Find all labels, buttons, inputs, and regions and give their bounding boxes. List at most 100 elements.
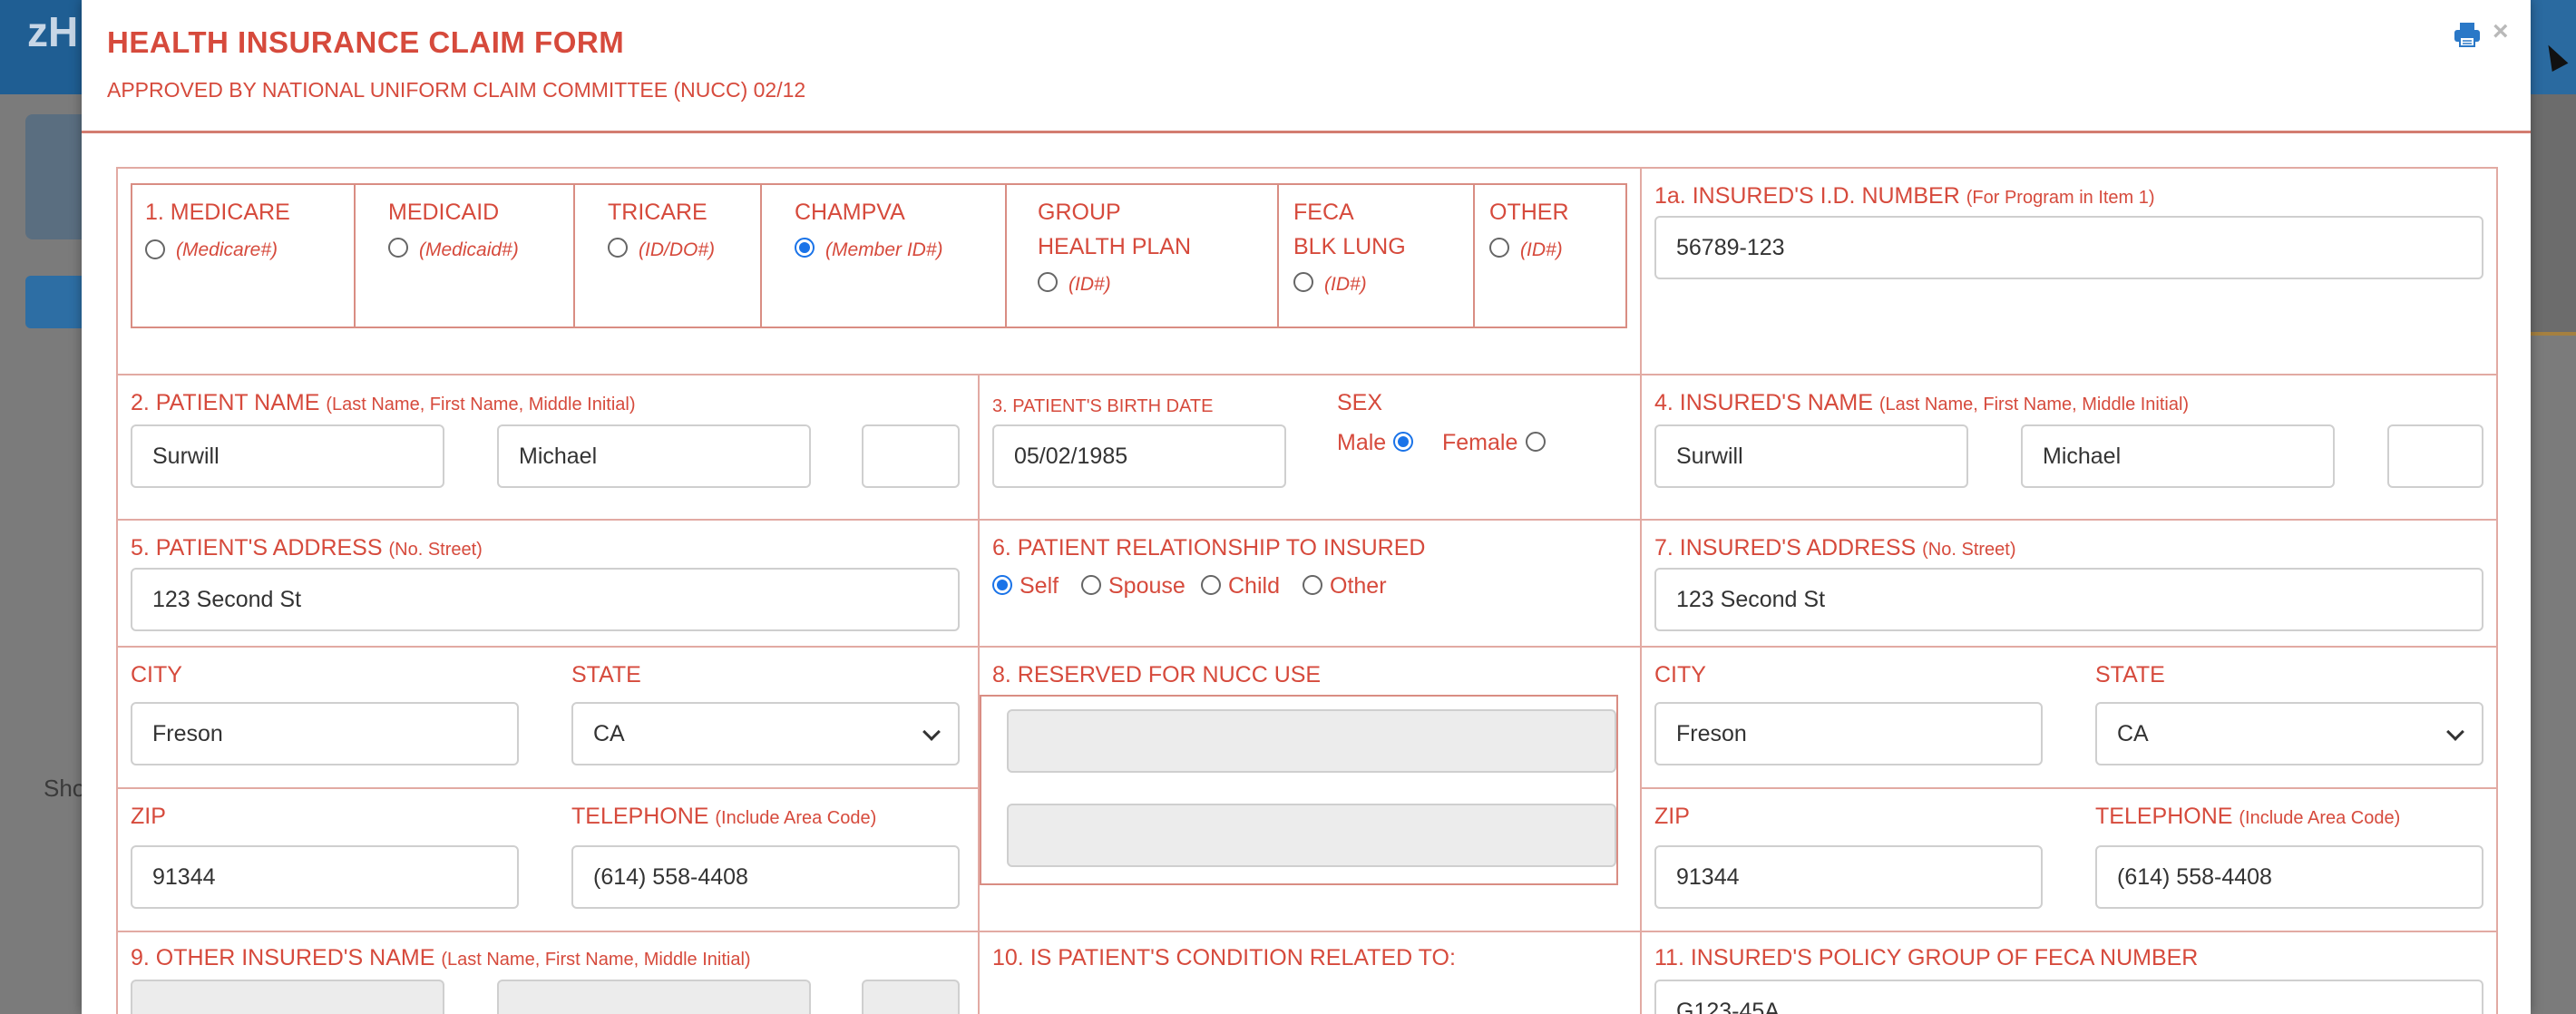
program-medicare-radio[interactable]	[145, 239, 165, 259]
sex-female-label: Female	[1442, 430, 1518, 455]
policy-group-input[interactable]: G123-45A	[1654, 980, 2483, 1014]
program-feca-radio[interactable]	[1293, 272, 1313, 292]
program-group-hint: (ID#)	[1068, 274, 1111, 295]
relationship-spouse-radio[interactable]	[1081, 575, 1101, 595]
program-medicaid-label: MEDICAID	[388, 200, 500, 225]
patient-last-name-input[interactable]: Surwill	[131, 424, 444, 488]
insured-middle-initial-input[interactable]	[2387, 424, 2483, 488]
relationship-child-radio[interactable]	[1201, 575, 1221, 595]
relationship-child-label: Child	[1228, 573, 1280, 599]
insured-phone-label: TELEPHONE (Include Area Code)	[2095, 804, 2401, 829]
relationship-spouse-label: Spouse	[1108, 573, 1186, 599]
claim-form-grid: 1. MEDICARE (Medicare#) MEDICAID (Medica…	[116, 167, 2500, 1014]
insured-id-label: 1a. INSURED'S I.D. NUMBER (For Program i…	[1654, 183, 2155, 209]
backdrop-show-label: Sho	[44, 775, 86, 802]
program-champva-radio[interactable]	[795, 238, 815, 258]
sex-male-label: Male	[1337, 430, 1387, 455]
program-other-radio[interactable]	[1489, 238, 1509, 258]
patient-zip-label: ZIP	[131, 804, 166, 829]
other-insured-middle-input[interactable]	[862, 980, 960, 1014]
insured-zip-input[interactable]: 91344	[1654, 845, 2043, 909]
relationship-other-label: Other	[1330, 573, 1387, 599]
program-group-label: GROUP	[1038, 200, 1121, 225]
other-insured-label: 9. OTHER INSURED'S NAME (Last Name, Firs…	[131, 945, 751, 970]
reserved-label: 8. RESERVED FOR NUCC USE	[992, 662, 1322, 687]
row-divider	[116, 646, 2498, 648]
program-divider	[760, 183, 762, 328]
program-group-label-2: HEALTH PLAN	[1038, 234, 1192, 259]
patient-phone-label: TELEPHONE (Include Area Code)	[571, 804, 877, 829]
relationship-label: 6. PATIENT RELATIONSHIP TO INSURED	[992, 535, 1426, 561]
insured-state-select[interactable]: CA	[2095, 702, 2483, 765]
patient-city-input[interactable]: Freson	[131, 702, 519, 765]
row-divider	[116, 374, 2498, 375]
program-group-radio[interactable]	[1038, 272, 1058, 292]
relationship-self-label: Self	[1020, 573, 1059, 599]
program-divider	[354, 183, 356, 328]
program-tricare-hint: (ID/DO#)	[639, 239, 715, 260]
patient-city-label: CITY	[131, 662, 182, 687]
patient-street-input[interactable]: 123 Second St	[131, 568, 960, 631]
claim-form-modal: HEALTH INSURANCE CLAIM FORM APPROVED BY …	[82, 0, 2531, 1014]
insured-address-label: 7. INSURED'S ADDRESS (No. Street)	[1654, 535, 2016, 561]
insured-name-label: 4. INSURED'S NAME (Last Name, First Name…	[1654, 390, 2190, 415]
program-feca-label: FECA	[1293, 200, 1354, 225]
condition-label: 10. IS PATIENT'S CONDITION RELATED TO:	[992, 945, 1456, 970]
row-divider	[1642, 787, 2498, 789]
print-icon[interactable]	[2453, 20, 2482, 49]
program-other-label: OTHER	[1489, 200, 1569, 225]
reserved-field-1	[1007, 709, 1616, 773]
program-champva-hint: (Member ID#)	[825, 239, 943, 260]
relationship-other-radio[interactable]	[1303, 575, 1322, 595]
program-tricare-label: TRICARE	[608, 200, 707, 225]
row-divider	[116, 519, 2498, 521]
app-logo: zH	[27, 8, 79, 55]
birth-date-input[interactable]: 05/02/1985	[992, 424, 1286, 488]
patient-name-label: 2. PATIENT NAME (Last Name, First Name, …	[131, 390, 636, 415]
program-divider	[573, 183, 575, 328]
insured-street-input[interactable]: 123 Second St	[1654, 568, 2483, 631]
modal-header: HEALTH INSURANCE CLAIM FORM APPROVED BY …	[82, 0, 2531, 133]
page-subtitle: APPROVED BY NATIONAL UNIFORM CLAIM COMMI…	[107, 78, 806, 102]
patient-first-name-input[interactable]: Michael	[497, 424, 811, 488]
insured-first-name-input[interactable]: Michael	[2021, 424, 2335, 488]
program-medicare-label: 1. MEDICARE	[145, 200, 290, 225]
row-divider	[116, 787, 980, 789]
program-other-hint: (ID#)	[1520, 239, 1563, 260]
other-insured-last-input[interactable]	[131, 980, 444, 1014]
patient-state-label: STATE	[571, 662, 641, 687]
sex-label: SEX	[1337, 390, 1383, 415]
program-medicare-hint: (Medicare#)	[176, 239, 278, 260]
page-title: HEALTH INSURANCE CLAIM FORM	[107, 25, 625, 59]
patient-address-label: 5. PATIENT'S ADDRESS (No. Street)	[131, 535, 483, 561]
sex-female-radio[interactable]	[1526, 432, 1546, 452]
program-champva-label: CHAMPVA	[795, 200, 905, 225]
sex-male-radio[interactable]	[1393, 432, 1413, 452]
program-medicaid-hint: (Medicaid#)	[419, 239, 519, 260]
insured-id-input[interactable]: 56789-123	[1654, 216, 2483, 279]
policy-group-label: 11. INSURED'S POLICY GROUP OF FECA NUMBE…	[1654, 945, 2199, 970]
program-feca-hint: (ID#)	[1324, 274, 1367, 295]
close-icon[interactable]: ×	[2493, 16, 2509, 47]
patient-zip-input[interactable]: 91344	[131, 845, 519, 909]
patient-state-select[interactable]: CA	[571, 702, 960, 765]
insured-zip-label: ZIP	[1654, 804, 1690, 829]
other-insured-first-input[interactable]	[497, 980, 811, 1014]
reserved-field-2	[1007, 804, 1616, 867]
patient-phone-input[interactable]: (614) 558-4408	[571, 845, 960, 909]
program-divider	[1277, 183, 1279, 328]
program-tricare-radio[interactable]	[608, 238, 628, 258]
relationship-self-radio[interactable]	[992, 575, 1012, 595]
program-medicaid-radio[interactable]	[388, 238, 408, 258]
column-divider	[978, 374, 980, 1014]
birth-date-label: 3. PATIENT'S BIRTH DATE	[992, 396, 1214, 416]
insured-phone-input[interactable]: (614) 558-4408	[2095, 845, 2483, 909]
insured-city-label: CITY	[1654, 662, 1706, 687]
patient-middle-initial-input[interactable]	[862, 424, 960, 488]
column-divider	[1640, 167, 1642, 1014]
program-feca-label-2: BLK LUNG	[1293, 234, 1406, 259]
insured-last-name-input[interactable]: Surwill	[1654, 424, 1968, 488]
backdrop-right-line	[2531, 332, 2576, 336]
backdrop-right-strip	[2531, 94, 2576, 336]
insured-city-input[interactable]: Freson	[1654, 702, 2043, 765]
